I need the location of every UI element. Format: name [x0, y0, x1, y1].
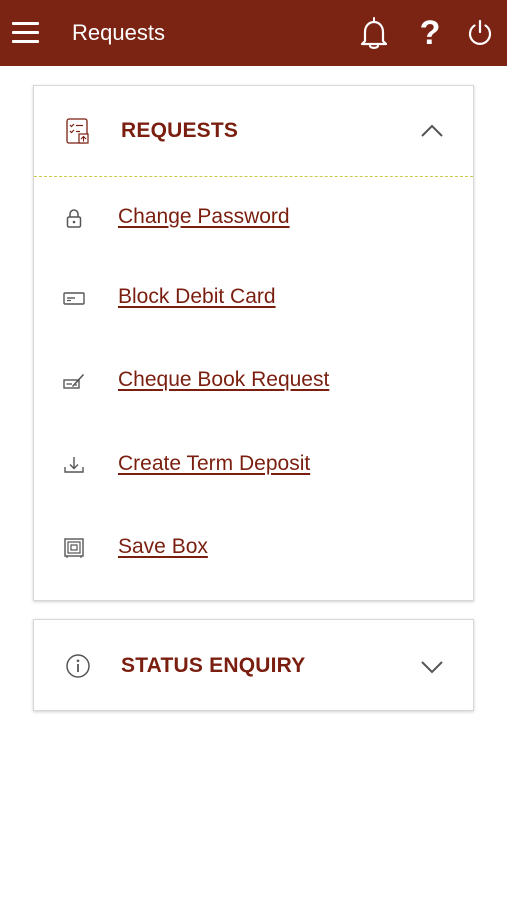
status-enquiry-panel-header[interactable]: STATUS ENQUIRY: [34, 620, 473, 710]
create-term-deposit-link[interactable]: Create Term Deposit: [118, 451, 310, 477]
cheque-icon: [63, 374, 84, 389]
help-button[interactable]: ?: [414, 14, 446, 52]
hamburger-menu-icon[interactable]: [10, 19, 42, 47]
request-item-change-password[interactable]: Change Password: [34, 196, 473, 240]
chevron-up-icon[interactable]: [419, 120, 445, 142]
lock-icon: [66, 209, 82, 228]
status-enquiry-panel-title: STATUS ENQUIRY: [121, 654, 306, 677]
requests-list-icon: [66, 118, 89, 144]
status-enquiry-panel: STATUS ENQUIRY: [33, 619, 474, 711]
section-divider: [34, 176, 473, 177]
safe-box-icon: [64, 538, 84, 558]
request-item-create-term-deposit[interactable]: Create Term Deposit: [34, 443, 473, 487]
card-icon: [63, 292, 85, 305]
save-box-link[interactable]: Save Box: [118, 534, 208, 560]
requests-panel-header[interactable]: REQUESTS: [34, 86, 473, 176]
power-icon[interactable]: [462, 14, 498, 52]
cheque-book-request-link[interactable]: Cheque Book Request: [118, 367, 329, 393]
app-bar: Requests ?: [0, 0, 507, 66]
download-icon: [64, 457, 84, 473]
requests-panel: REQUESTS Change Password Block Debit Car…: [33, 85, 474, 601]
requests-panel-title: REQUESTS: [121, 119, 239, 142]
request-item-cheque-book[interactable]: Cheque Book Request: [34, 359, 473, 403]
block-debit-card-link[interactable]: Block Debit Card: [118, 284, 276, 310]
request-item-block-debit-card[interactable]: Block Debit Card: [34, 276, 473, 320]
bell-icon[interactable]: [356, 14, 392, 52]
chevron-down-icon[interactable]: [419, 656, 445, 678]
request-item-save-box[interactable]: Save Box: [34, 526, 473, 570]
info-icon: [66, 654, 90, 678]
change-password-link[interactable]: Change Password: [118, 204, 290, 230]
page-title: Requests: [72, 20, 165, 45]
